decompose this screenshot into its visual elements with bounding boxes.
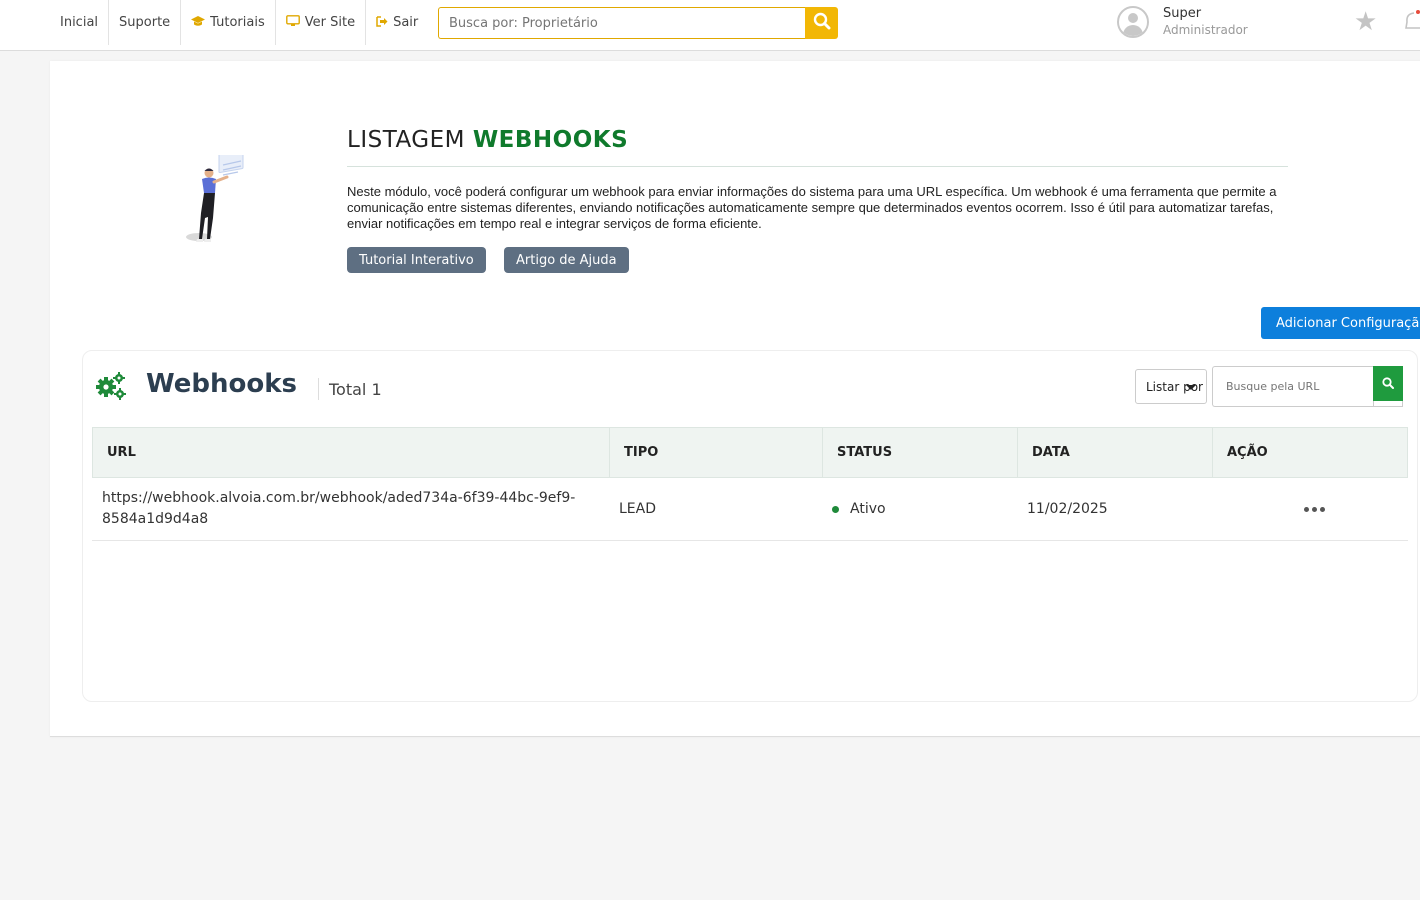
global-search-input[interactable] bbox=[438, 7, 805, 39]
gears-icon bbox=[96, 372, 126, 404]
url-search-input[interactable] bbox=[1212, 366, 1374, 407]
nav-item-label: Inicial bbox=[60, 15, 99, 30]
nav-item-label: Tutoriais bbox=[210, 15, 265, 30]
table-header: URL TIPO STATUS DATA AÇÃO bbox=[92, 427, 1408, 478]
search-icon bbox=[1382, 374, 1394, 393]
title-divider bbox=[347, 166, 1288, 167]
global-search bbox=[438, 7, 838, 39]
webhook-illustration bbox=[183, 148, 249, 251]
nav-item-ver-site[interactable]: Ver Site bbox=[276, 0, 367, 45]
page-title-prefix: LISTAGEM bbox=[347, 127, 465, 153]
user-name: Super bbox=[1163, 6, 1202, 21]
avatar bbox=[1117, 6, 1149, 38]
tutorial-interativo-button[interactable]: Tutorial Interativo bbox=[347, 247, 486, 273]
sign-out-icon bbox=[376, 15, 388, 30]
caret-down-icon bbox=[1186, 385, 1196, 390]
nav-item-sair[interactable]: Sair bbox=[366, 0, 428, 45]
graduation-cap-icon bbox=[191, 15, 206, 30]
top-nav: Inicial Suporte Tutoriais Ver Site Sair bbox=[50, 0, 428, 45]
cell-tipo: LEAD bbox=[619, 501, 657, 517]
cell-url: https://webhook.alvoia.com.br/webhook/ad… bbox=[102, 490, 576, 527]
webhooks-title: Webhooks bbox=[146, 369, 297, 399]
nav-item-label: Ver Site bbox=[304, 15, 356, 30]
global-search-button[interactable] bbox=[805, 7, 838, 39]
column-header-status: STATUS bbox=[823, 428, 1018, 477]
column-header-tipo: TIPO bbox=[610, 428, 823, 477]
top-bar: Inicial Suporte Tutoriais Ver Site Sair bbox=[0, 0, 1420, 51]
monitor-icon bbox=[285, 15, 300, 30]
status-dot-icon bbox=[832, 505, 839, 513]
nav-item-suporte[interactable]: Suporte bbox=[109, 0, 182, 45]
cell-data: 11/02/2025 bbox=[1027, 501, 1108, 517]
artigo-ajuda-button[interactable]: Artigo de Ajuda bbox=[504, 247, 629, 273]
page-title: LISTAGEM WEBHOOKS bbox=[347, 127, 628, 153]
total-divider bbox=[318, 378, 319, 400]
column-header-data: DATA bbox=[1018, 428, 1213, 477]
add-configuration-button[interactable]: Adicionar Configuração bbox=[1261, 307, 1420, 339]
nav-item-tutoriais[interactable]: Tutoriais bbox=[181, 0, 276, 45]
sort-select[interactable]: Listar por bbox=[1135, 369, 1207, 404]
row-actions-button[interactable] bbox=[1300, 503, 1329, 516]
nav-item-label: Sair bbox=[393, 15, 419, 30]
url-search-border bbox=[1373, 401, 1403, 407]
user-menu[interactable]: Super Administrador bbox=[1117, 5, 1248, 39]
module-description: Neste módulo, você poderá configurar um … bbox=[347, 184, 1277, 231]
column-header-url: URL bbox=[93, 428, 610, 477]
webhooks-total: Total 1 bbox=[329, 380, 382, 399]
cell-status: Ativo bbox=[822, 478, 1017, 540]
bell-icon[interactable] bbox=[1404, 10, 1420, 38]
url-search-button[interactable] bbox=[1373, 366, 1403, 401]
page-title-highlight: WEBHOOKS bbox=[472, 127, 629, 153]
column-header-acao: AÇÃO bbox=[1227, 445, 1268, 460]
nav-item-inicial[interactable]: Inicial bbox=[50, 0, 110, 45]
ellipsis-icon bbox=[1304, 506, 1309, 512]
table-row: https://webhook.alvoia.com.br/webhook/ad… bbox=[92, 478, 1408, 541]
star-icon[interactable]: ★ bbox=[1354, 9, 1377, 35]
user-role: Administrador bbox=[1163, 23, 1248, 37]
search-icon bbox=[813, 12, 831, 34]
cell-acao bbox=[1212, 478, 1406, 540]
nav-item-label: Suporte bbox=[119, 15, 171, 30]
user-info: Super Administrador bbox=[1163, 5, 1248, 39]
status-badge: Ativo bbox=[850, 501, 886, 517]
